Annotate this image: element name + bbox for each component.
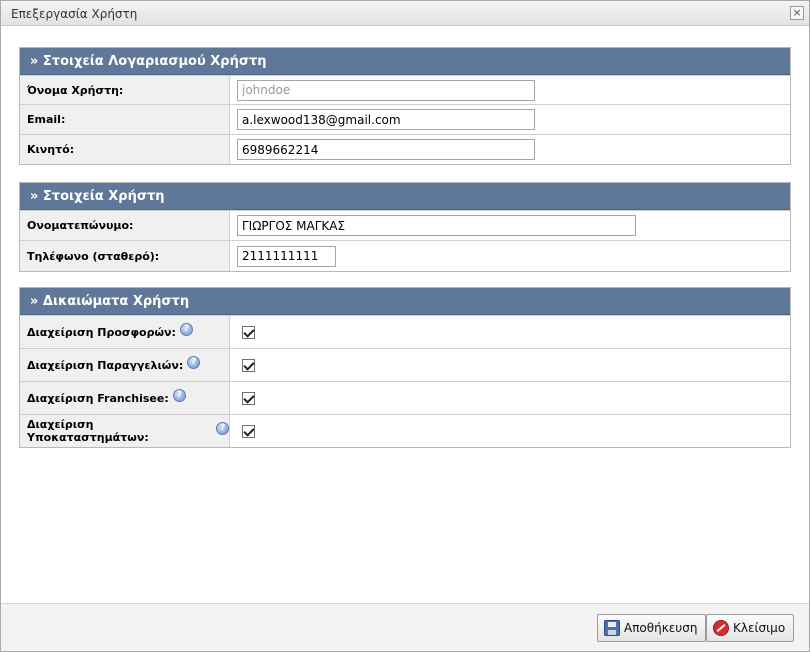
permission-orders-checkbox[interactable] <box>242 358 255 372</box>
account-section: » Στοιχεία Λογαριασμού Χρήστη Όνομα Χρήσ… <box>19 47 791 165</box>
username-label: Όνομα Χρήστη: <box>20 76 230 104</box>
help-icon[interactable]: ? <box>187 355 201 369</box>
help-icon[interactable]: ? <box>216 421 229 435</box>
save-button-label: Αποθήκευση <box>624 621 698 635</box>
permission-branches-checkbox[interactable] <box>242 424 255 438</box>
help-icon[interactable]: ? <box>179 322 193 336</box>
fullname-input[interactable] <box>237 215 636 236</box>
save-button[interactable]: Αποθήκευση <box>597 614 707 642</box>
close-button-label: Κλείσιμο <box>733 621 786 635</box>
permission-offers-label: Διαχείριση Προσφορών: <box>27 325 176 339</box>
dialog-footer: Αποθήκευση Κλείσιμο <box>1 603 809 651</box>
user-details-section-header: » Στοιχεία Χρήστη <box>20 183 790 210</box>
mobile-label: Κινητό: <box>20 135 230 164</box>
username-input <box>237 79 535 101</box>
email-label: Email: <box>20 105 230 134</box>
permission-row-franchisee: Διαχείριση Franchisee: ? <box>20 381 790 414</box>
close-button[interactable]: Κλείσιμο <box>706 614 795 642</box>
cancel-icon <box>713 620 729 636</box>
permission-orders-label: Διαχείριση Παραγγελιών: <box>27 358 184 372</box>
email-input[interactable] <box>237 109 535 130</box>
field-row-username: Όνομα Χρήστη: <box>20 75 790 104</box>
field-row-mobile: Κινητό: <box>20 134 790 164</box>
permission-row-branches: Διαχείριση Υποκαταστημάτων: ? <box>20 414 790 447</box>
dialog-titlebar: Επεξεργασία Χρήστη × <box>1 1 809 26</box>
close-icon: × <box>792 6 802 19</box>
permissions-section-header: » Δικαιώματα Χρήστη <box>20 288 790 315</box>
field-row-email: Email: <box>20 104 790 134</box>
mobile-input[interactable] <box>237 139 535 160</box>
landline-label: Τηλέφωνο (σταθερό): <box>20 241 230 271</box>
edit-user-dialog: Επεξεργασία Χρήστη × » Στοιχεία Λογαριασ… <box>0 0 810 652</box>
permission-offers-checkbox[interactable] <box>242 325 255 339</box>
permission-franchisee-label: Διαχείριση Franchisee: <box>27 391 169 405</box>
permission-row-offers: Διαχείριση Προσφορών: ? <box>20 315 790 348</box>
user-details-section: » Στοιχεία Χρήστη Ονοματεπώνυμο: Τηλέφων… <box>19 182 791 272</box>
help-icon[interactable]: ? <box>172 388 186 402</box>
floppy-disk-icon <box>604 620 620 636</box>
dialog-close-button[interactable]: × <box>790 6 804 20</box>
field-row-fullname: Ονοματεπώνυμο: <box>20 210 790 240</box>
account-section-header: » Στοιχεία Λογαριασμού Χρήστη <box>20 48 790 75</box>
dialog-title: Επεξεργασία Χρήστη <box>11 7 138 21</box>
field-row-landline: Τηλέφωνο (σταθερό): <box>20 240 790 271</box>
permission-row-orders: Διαχείριση Παραγγελιών: ? <box>20 348 790 381</box>
permission-branches-label: Διαχείριση Υποκαταστημάτων: <box>27 418 149 444</box>
permissions-section: » Δικαιώματα Χρήστη Διαχείριση Προσφορών… <box>19 287 791 448</box>
permission-franchisee-checkbox[interactable] <box>242 391 255 405</box>
fullname-label: Ονοματεπώνυμο: <box>20 211 230 240</box>
landline-input[interactable] <box>237 245 336 267</box>
